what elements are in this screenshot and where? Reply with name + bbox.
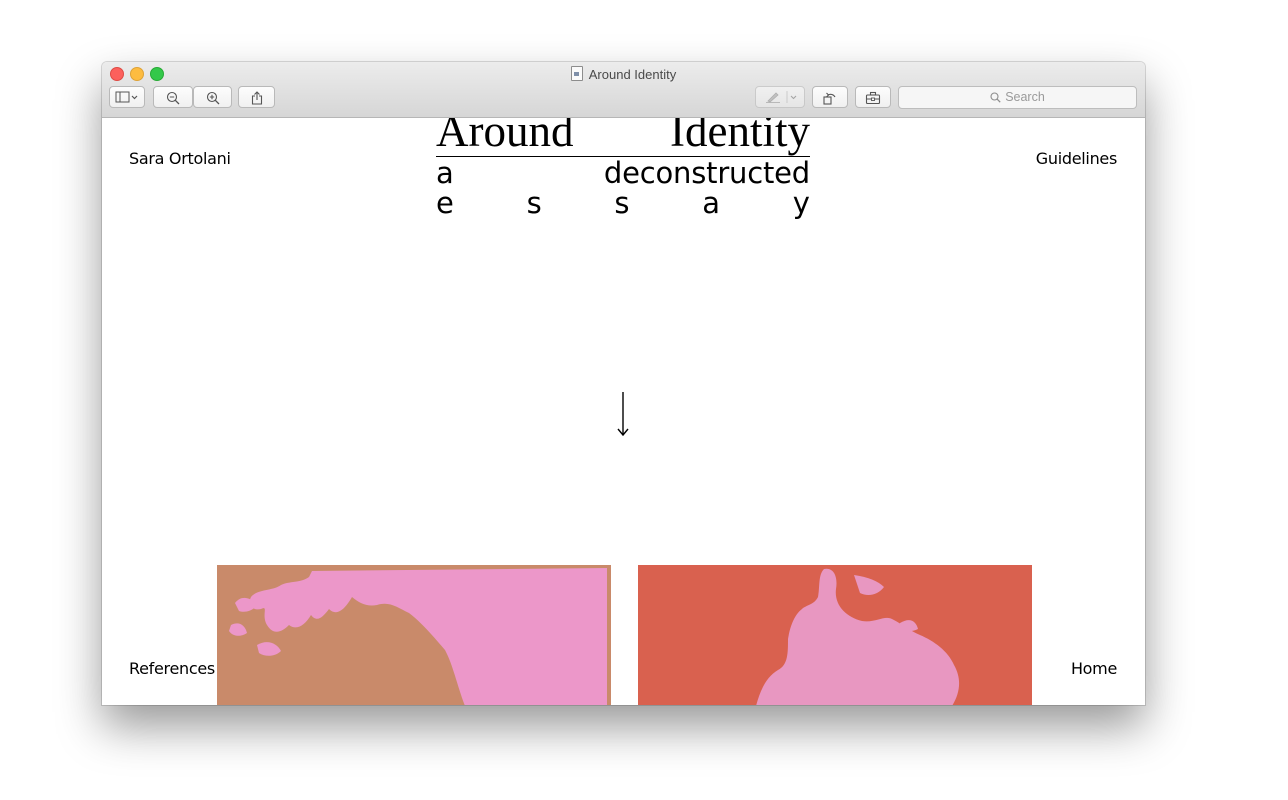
subtitle-line-2: e s s a y: [436, 188, 810, 218]
guidelines-link[interactable]: Guidelines: [1036, 150, 1118, 168]
rotate-button[interactable]: [812, 86, 848, 108]
search-icon: [990, 92, 1001, 103]
search-field[interactable]: Search: [898, 86, 1137, 109]
subtitle-line-1: a deconstructed: [436, 158, 810, 188]
sidebar-toggle-button[interactable]: [109, 86, 145, 108]
share-icon: [251, 91, 262, 105]
window-title-text: Around Identity: [588, 67, 677, 82]
rotate-icon: [823, 92, 836, 105]
toolbox-button[interactable]: [855, 86, 891, 108]
scroll-down-arrow-icon[interactable]: [614, 392, 632, 438]
home-link[interactable]: Home: [1071, 660, 1117, 678]
markup-button[interactable]: [755, 86, 805, 108]
document-content: Sara Ortolani Guidelines Around Identity …: [102, 118, 1145, 705]
artwork-image-2-graphic: [638, 565, 1032, 705]
artwork-image-1-graphic: [217, 565, 611, 705]
zoom-in-icon: [206, 91, 219, 105]
sidebar-icon: [115, 91, 138, 103]
author-link[interactable]: Sara Ortolani: [129, 150, 231, 168]
essay-letter: e: [436, 186, 454, 220]
artwork-image-2: [638, 565, 1032, 705]
share-button[interactable]: [238, 86, 275, 108]
zoom-in-button[interactable]: [193, 86, 232, 108]
title-word-1: Around: [436, 118, 574, 156]
essay-letter: a: [702, 186, 721, 220]
document-icon: [570, 66, 583, 81]
page-title: Around Identity: [436, 118, 810, 157]
artwork-image-1: [217, 565, 611, 705]
preview-window: Around Identity Search Sara Ortolani Gui…: [102, 62, 1145, 705]
references-link[interactable]: References: [129, 660, 215, 678]
zoom-out-button[interactable]: [153, 86, 193, 108]
title-bar: Around Identity Search: [102, 62, 1145, 118]
toolbox-icon: [865, 91, 881, 105]
subtitle-word-deconstructed: deconstructed: [603, 156, 810, 190]
title-word-2: Identity: [670, 118, 810, 156]
essay-letter: s: [614, 186, 630, 220]
subtitle-word-a: a: [436, 156, 454, 190]
search-placeholder: Search: [1005, 90, 1045, 104]
essay-letter: y: [792, 186, 810, 220]
essay-letter: s: [526, 186, 542, 220]
zoom-out-icon: [166, 91, 180, 105]
window-title: Around Identity: [102, 66, 1145, 83]
markup-pen-icon: [766, 91, 797, 103]
